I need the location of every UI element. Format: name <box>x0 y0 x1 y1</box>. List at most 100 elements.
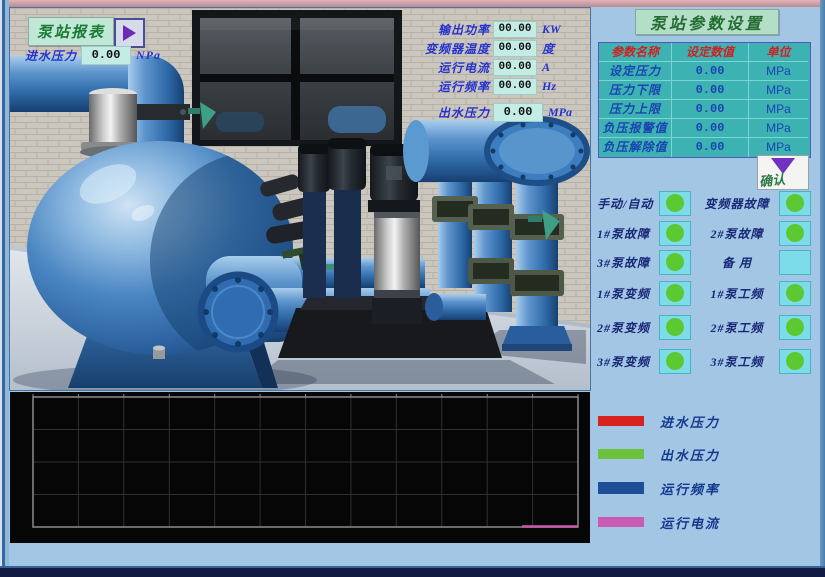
param-name: 压力上限 <box>599 100 672 119</box>
window-frame-right <box>820 0 825 577</box>
table-header-cell: 设定数值 <box>672 43 749 62</box>
telemetry-value: 00.00 <box>493 59 537 76</box>
report-play-button[interactable] <box>114 18 145 48</box>
param-unit: MPa <box>749 81 808 100</box>
indicator-row: 1#泵变频 1#泵工频 <box>597 281 813 305</box>
indicator-row: 3#泵故障 备 用 <box>597 250 813 274</box>
telemetry-label: 运行电流 <box>408 59 493 76</box>
telemetry-value: 00.00 <box>493 40 537 57</box>
param-unit: MPa <box>749 100 808 119</box>
indicator-led-box <box>779 315 811 340</box>
indicator-label: 手动/自动 <box>597 195 657 212</box>
indicator-led-box <box>659 349 691 374</box>
indicator-label: 1#泵工频 <box>697 285 777 302</box>
indicator-label: 3#泵工频 <box>697 353 777 370</box>
telemetry-row: 运行电流 00.00 A <box>408 58 572 77</box>
indicator-label: 2#泵变频 <box>597 319 657 336</box>
legend-label: 运行频率 <box>660 479 720 498</box>
outlet-pressure-label: 出水压力 <box>408 104 493 121</box>
led-circle <box>666 253 684 271</box>
legend-swatch <box>598 449 644 459</box>
telemetry-label: 输出功率 <box>408 21 493 38</box>
led-circle <box>786 284 804 302</box>
pump-motor <box>328 138 366 190</box>
telemetry-block: 输出功率 00.00 KW 变频器温度 00.00 度 运行电流 00.00 A… <box>408 20 572 122</box>
legend-item: 进水压力 <box>598 412 720 430</box>
pump-motor <box>298 144 330 192</box>
report-button[interactable]: 泵站报表 <box>28 17 114 46</box>
param-name: 设定压力 <box>599 62 672 81</box>
settings-title-box: 泵站参数设置 <box>635 9 779 35</box>
led-circle <box>666 224 684 242</box>
telemetry-row: 输出功率 00.00 KW <box>408 20 572 39</box>
indicator-label: 1#泵变频 <box>597 285 657 302</box>
inlet-pressure-label: 进水压力 <box>25 47 77 64</box>
settings-title: 泵站参数设置 <box>650 10 764 34</box>
led-circle <box>666 284 684 302</box>
telemetry-value: 00.00 <box>493 78 537 95</box>
param-name: 压力下限 <box>599 81 672 100</box>
legend-swatch <box>598 416 644 426</box>
inlet-pressure-unit: NPa <box>136 48 161 63</box>
indicator-led-box <box>779 349 811 374</box>
telemetry-row: 运行频率 00.00 Hz <box>408 77 572 96</box>
param-unit: MPa <box>749 119 808 138</box>
param-value[interactable]: 0.00 <box>672 119 749 138</box>
telemetry-unit: 度 <box>542 40 554 57</box>
indicator-led-box <box>779 221 811 246</box>
legend-label: 运行电流 <box>660 513 720 532</box>
table-row: 压力下限 0.00 MPa <box>599 81 810 100</box>
indicator-led-box[interactable] <box>659 191 691 216</box>
telemetry-label: 变频器温度 <box>408 40 493 57</box>
indicator-label: 2#泵故障 <box>697 225 777 242</box>
indicator-label: 3#泵变频 <box>597 353 657 370</box>
indicator-label: 备 用 <box>697 254 777 271</box>
legend-item: 运行电流 <box>598 513 720 531</box>
window <box>192 10 402 146</box>
inlet-pressure-value: 0.00 <box>81 46 131 65</box>
led-circle <box>786 194 804 212</box>
led-circle <box>666 352 684 370</box>
param-value[interactable]: 0.00 <box>672 62 749 81</box>
inlet-pressure-readout: 进水压力 0.00 NPa <box>25 46 161 65</box>
led-circle <box>786 224 804 242</box>
table-row: 负压报警值 0.00 MPa <box>599 119 810 138</box>
table-header-row: 参数名称 设定数值 单位 <box>599 43 810 62</box>
indicator-led-box <box>779 250 811 275</box>
param-name: 负压报警值 <box>599 119 672 138</box>
indicator-row: 2#泵变频 2#泵工频 <box>597 315 813 339</box>
telemetry-unit: Hz <box>542 79 556 94</box>
param-value[interactable]: 0.00 <box>672 138 749 157</box>
trend-chart-canvas <box>10 392 590 543</box>
param-value[interactable]: 0.00 <box>672 100 749 119</box>
window-frame-top <box>0 0 825 7</box>
window-frame-bottom <box>0 566 825 577</box>
table-row: 设定压力 0.00 MPa <box>599 62 810 81</box>
indicator-led-box <box>659 250 691 275</box>
led-circle <box>666 318 684 336</box>
outlet-pressure-readout: 出水压力 0.00 MPa <box>408 103 572 122</box>
confirm-label: 确认 <box>758 169 786 191</box>
legend-swatch <box>598 517 644 527</box>
legend-item: 运行频率 <box>598 479 720 497</box>
window-frame-left <box>0 0 9 577</box>
param-unit: MPa <box>749 62 808 81</box>
indicator-label: 1#泵故障 <box>597 225 657 242</box>
table-header-cell: 参数名称 <box>599 43 672 62</box>
settings-table: 参数名称 设定数值 单位 设定压力 0.00 MPa 压力下限 0.00 MPa… <box>598 42 811 158</box>
legend-label: 进水压力 <box>660 412 720 431</box>
indicator-led-box <box>659 315 691 340</box>
indicator-row: 1#泵故障 2#泵故障 <box>597 221 813 245</box>
param-value[interactable]: 0.00 <box>672 81 749 100</box>
indicator-led-box <box>659 281 691 306</box>
pump-station-scene: 泵站报表 进水压力 0.00 NPa 输出功率 00.00 KW 变频器温度 0… <box>10 8 590 390</box>
table-header-cell: 单位 <box>749 43 808 62</box>
legend-item: 出水压力 <box>598 445 720 463</box>
settings-panel: 泵站参数设置 参数名称 设定数值 单位 设定压力 0.00 MPa 压力下限 0… <box>595 0 823 577</box>
legend-label: 出水压力 <box>660 445 720 464</box>
led-circle <box>666 194 684 212</box>
legend-swatch <box>598 482 644 494</box>
outlet-pressure-value: 0.00 <box>493 103 543 122</box>
play-icon <box>123 25 136 41</box>
confirm-button[interactable]: 确认 <box>757 155 809 190</box>
